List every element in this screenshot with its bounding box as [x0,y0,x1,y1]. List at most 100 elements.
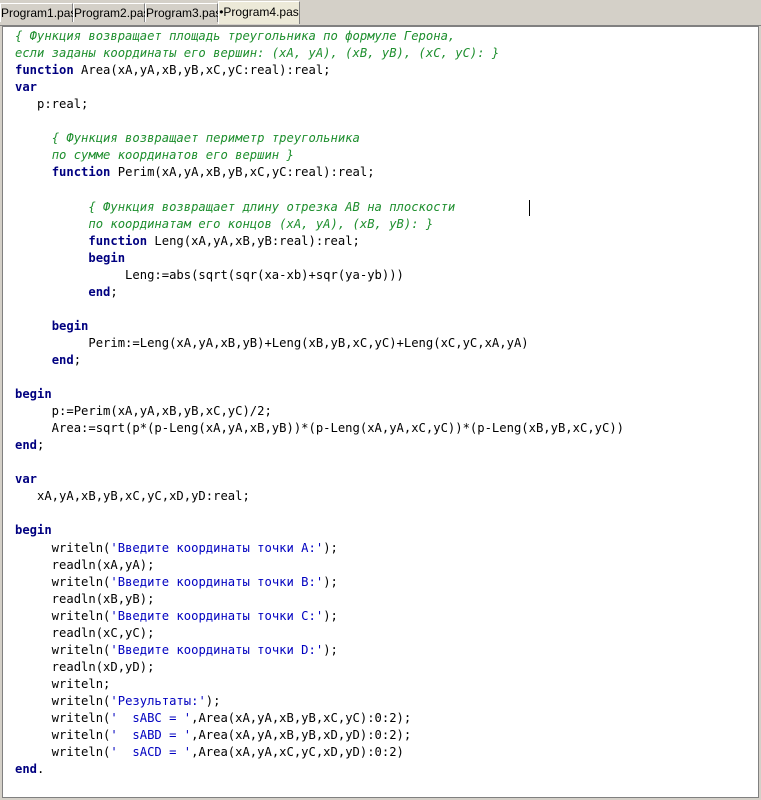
code-line: readln(xB,yB); [15,591,155,608]
code-token: Area:=sqrt(p*(p-Leng(xA,yA,xB,yB))*(p-Le… [15,421,625,436]
code-line: writeln(' sACD = ',Area(xA,yA,xC,yC,xD,y… [15,744,404,761]
code-token: writeln( [15,608,111,623]
code-token: p:=Perim(xA,yA,xB,yB,xC,yC)/2; [15,404,272,419]
code-line: writeln('Введите координаты точки C:'); [15,608,338,625]
code-token: 'Результаты:' [110,693,206,708]
code-line: writeln('Введите координаты точки A:'); [15,540,338,557]
tab-program3[interactable]: Program3.pas [145,3,221,22]
code-token: ); [205,693,221,708]
code-token: readln(xC,yC); [15,625,155,640]
code-token: Perim:=Leng(xA,yA,xB,yB)+Leng(xB,yB,xC,y… [15,335,529,350]
text-caret [529,200,530,216]
code-token: Leng:=abs(sqrt(sqr(xa-xb)+sqr(ya-yb))) [15,267,404,282]
code-token: 'Введите координаты точки B:' [110,574,324,589]
code-token: по сумме координатов его вершин } [51,148,294,163]
code-token: begin [51,318,89,333]
code-token: var [15,472,38,487]
code-token: writeln( [15,574,111,589]
code-token: Area(xA,yA,xB,yB,xC,yC:real):real; [73,63,331,78]
code-token: ); [323,574,338,589]
tab-program1[interactable]: Program1.pas [0,3,76,22]
code-token: writeln( [15,745,111,760]
code-token: ' sABD = ' [110,728,192,743]
code-token: begin [15,387,52,402]
tab-program2[interactable]: Program2.pas [73,3,149,22]
code-token: function [88,233,148,248]
code-token: writeln( [15,693,111,708]
code-line: Area:=sqrt(p*(p-Leng(xA,yA,xB,yB))*(p-Le… [15,420,624,437]
code-line: writeln; [15,676,111,693]
code-line: writeln(' sABC = ',Area(xA,yA,xB,yB,xC,y… [15,710,412,727]
code-token: p:real; [15,97,89,112]
code-token: ' sABC = ' [110,711,192,725]
code-line: writeln('Введите координаты точки D:'); [15,642,338,659]
code-token: writeln( [15,540,111,555]
code-line: p:=Perim(xA,yA,xB,yB,xC,yC)/2; [15,403,272,420]
code-line: по координатам его концов (xA, yA), (xB,… [15,216,433,233]
code-token: writeln( [15,728,111,743]
code-token: function [15,63,74,78]
code-token: writeln( [15,711,111,725]
code-line: readln(xD,yD); [15,659,155,676]
code-token: var [15,80,38,95]
code-line: по сумме координатов его вершин } [15,147,294,164]
code-token: end [15,762,38,777]
code-line: { Функция возвращает периметр треугольни… [15,130,360,147]
code-token: ,Area(xA,yA,xB,yB,xC,yC):0:2); [191,711,412,725]
code-line: readln(xC,yC); [15,625,155,642]
code-token: Perim(xA,yA,xB,yB,xC,yC:real):real; [110,165,375,180]
code-token: ); [323,540,338,555]
code-token: end [51,352,74,367]
code-line: Leng:=abs(sqrt(sqr(xa-xb)+sqr(ya-yb))) [15,267,404,284]
code-token: ; [37,438,45,453]
code-line: end; [15,352,81,369]
code-line: end; [15,284,118,301]
code-token: ' sACD = ' [110,745,192,760]
code-token: writeln; [15,676,111,691]
code-token: { Функция возвращает периметр треугольни… [51,131,360,146]
code-line: begin [15,250,125,267]
code-line: если заданы координаты его вершин: (xA, … [15,45,499,62]
code-token: 'Введите координаты точки A:' [110,540,324,555]
code-token: begin [88,250,126,265]
code-line: end; [15,437,44,454]
code-line: begin [15,318,89,335]
code-token: ; [110,284,118,299]
code-token: ; [73,352,82,367]
code-token: 'Введите координаты точки D:' [110,642,324,657]
code-token: function [51,165,111,180]
code-token: xA,yA,xB,yB,xC,yC,xD,yD:real; [15,489,250,504]
code-token: readln(xD,yD); [15,659,155,674]
code-line: p:real; [15,96,88,113]
code-line: writeln('Результаты:'); [15,693,221,710]
code-line: xA,yA,xB,yB,xC,yC,xD,yD:real; [15,488,250,505]
code-token: { Функция возвращает длину отрезка AB на… [88,199,456,214]
code-line: function Leng(xA,yA,xB,yB:real):real; [15,233,360,250]
code-token: writeln( [15,642,111,657]
code-line: readln(xA,yA); [15,557,155,574]
code-token: readln(xB,yB); [15,591,155,606]
code-token: ); [323,608,338,623]
code-line: begin [15,386,52,403]
code-line: Perim:=Leng(xA,yA,xB,yB)+Leng(xB,yB,xC,y… [15,335,529,352]
code-line: begin [15,522,52,539]
code-token: если заданы координаты его вершин: (xA, … [15,46,500,61]
code-token: . [37,762,45,777]
code-line: function Area(xA,yA,xB,yB,xC,yC:real):re… [15,62,331,79]
code-token: readln(xA,yA); [15,557,155,572]
code-line: { Функция возвращает площадь треугольник… [15,28,455,45]
code-line: var [15,79,37,96]
code-token: по координатам его концов (xA, yA), (xB,… [88,216,434,231]
code-editor[interactable]: { Функция возвращает площадь треугольник… [2,26,759,798]
code-line: writeln('Введите координаты точки B:'); [15,574,338,591]
tab-program4[interactable]: •Program4.pas [218,1,300,24]
